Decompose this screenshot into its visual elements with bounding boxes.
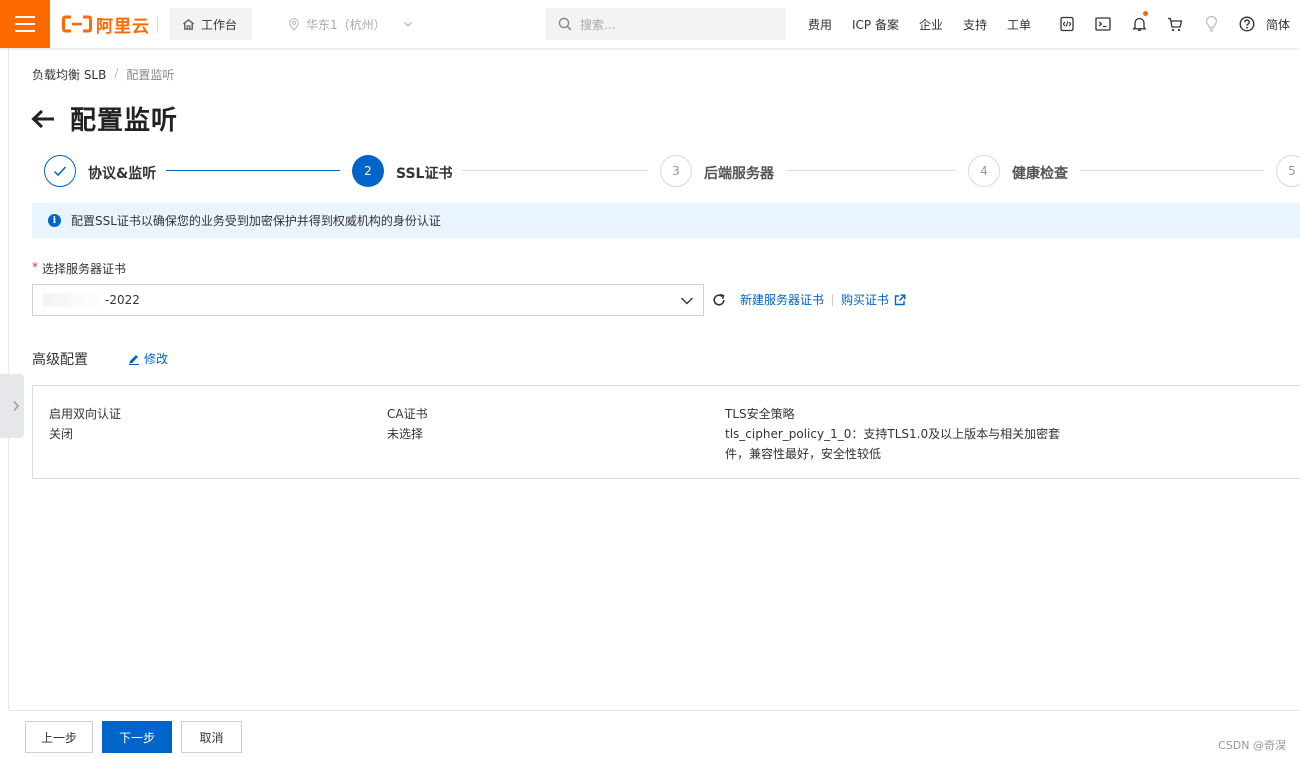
hamburger-menu-icon[interactable]	[0, 0, 50, 48]
tls-policy-value-line1: tls_cipher_policy_1_0：支持TLS1.0及以上版本与相关加密…	[725, 427, 1061, 441]
wizard-footer: 上一步 下一步 取消 CSDN @奇淏	[9, 710, 1300, 758]
advanced-config-panel: 启用双向认证 关闭 CA证书 未选择 TLS安全策略 tls_cipher_po…	[32, 385, 1300, 479]
chevron-down-icon	[403, 22, 412, 27]
help-icon[interactable]	[1229, 0, 1265, 48]
logo-divider	[157, 16, 158, 32]
info-banner: i 配置SSL证书以确保您的业务受到加密保护并得到权威机构的身份认证	[32, 203, 1300, 238]
prev-step-button[interactable]: 上一步	[25, 721, 93, 753]
step-3-circle: 3	[660, 155, 692, 187]
tls-policy-key: TLS安全策略	[725, 407, 795, 421]
tls-policy-item: TLS安全策略 tls_cipher_policy_1_0：支持TLS1.0及以…	[725, 404, 1060, 464]
step-1-circle	[44, 155, 76, 187]
top-link-icp[interactable]: ICP 备案	[852, 16, 899, 33]
advanced-edit-button[interactable]: 修改	[128, 350, 168, 367]
top-link-support[interactable]: 支持	[963, 16, 987, 33]
terminal-icon[interactable]	[1085, 0, 1121, 48]
cert-actions: 新建服务器证书 购买证书	[712, 291, 906, 308]
cart-icon[interactable]	[1157, 0, 1193, 48]
mutual-auth-value: 关闭	[49, 427, 74, 441]
page-title: 配置监听	[70, 106, 179, 136]
breadcrumb-separator: /	[114, 66, 119, 80]
global-search-input[interactable]: 搜索...	[546, 8, 786, 40]
redacted-cert-name	[43, 293, 105, 307]
info-icon: i	[48, 214, 61, 227]
breadcrumb: 负载均衡 SLB / 配置监听	[32, 66, 174, 83]
refresh-icon[interactable]	[712, 293, 726, 307]
link-divider	[832, 293, 834, 306]
code-icon[interactable]	[1049, 0, 1085, 48]
info-banner-text: 配置SSL证书以确保您的业务受到加密保护并得到权威机构的身份认证	[71, 214, 441, 228]
mutual-auth-item: 启用双向认证 关闭	[49, 404, 121, 444]
aliyun-logo-mark-icon	[62, 15, 92, 33]
top-navigation-bar: 阿里云 工作台 华东1（杭州） 搜索... 费用 ICP 备案 企业 支持 工单	[0, 0, 1300, 48]
breadcrumb-current: 配置监听	[126, 68, 175, 82]
tls-policy-value-line2: 件，兼容性最好，安全性较低	[725, 447, 882, 461]
lightbulb-icon[interactable]	[1193, 0, 1229, 48]
top-links: 费用 ICP 备案 企业 支持 工单	[808, 0, 1051, 48]
search-icon	[558, 17, 572, 31]
cert-field-label: * 选择服务器证书	[32, 260, 126, 277]
next-step-button[interactable]: 下一步	[102, 721, 172, 753]
page-header: 配置监听	[30, 100, 178, 137]
step-5-circle: 5	[1276, 155, 1300, 187]
new-server-cert-link[interactable]: 新建服务器证书	[740, 291, 824, 308]
chevron-down-icon	[681, 297, 693, 305]
home-icon	[182, 18, 195, 30]
server-cert-select[interactable]: -2022	[32, 284, 704, 316]
step-progress: 协议&监听 2 SSL证书 3 后端服务器 4 健康检查 5	[44, 155, 1300, 189]
step-2-label: SSL证书	[396, 166, 453, 182]
cert-label-text: 选择服务器证书	[42, 262, 127, 276]
top-icon-group	[1049, 0, 1265, 48]
logo-text: 阿里云	[96, 16, 150, 37]
ca-cert-key: CA证书	[387, 407, 428, 421]
region-selector[interactable]: 华东1（杭州）	[288, 8, 414, 40]
sidebar-expand-handle[interactable]	[0, 374, 24, 438]
bell-icon[interactable]	[1121, 0, 1157, 48]
cancel-button[interactable]: 取消	[181, 721, 242, 753]
region-label: 华东1（杭州）	[306, 17, 386, 32]
buy-cert-link[interactable]: 购买证书	[841, 291, 889, 308]
aliyun-logo[interactable]: 阿里云	[62, 13, 150, 37]
chevron-right-icon	[13, 401, 19, 411]
step-3-label: 后端服务器	[704, 166, 774, 182]
watermark: CSDN @奇淏	[1218, 739, 1286, 752]
step-1-connector	[166, 170, 340, 171]
top-link-billing[interactable]: 费用	[808, 16, 832, 33]
external-link-icon[interactable]	[894, 294, 906, 306]
language-switch[interactable]: 简体	[1266, 16, 1290, 33]
back-arrow-icon[interactable]	[30, 108, 56, 130]
workbench-label: 工作台	[201, 17, 238, 32]
advanced-edit-label: 修改	[144, 352, 169, 366]
top-link-ticket[interactable]: 工单	[1007, 16, 1031, 33]
cert-selected-value: -2022	[105, 293, 140, 307]
location-pin-icon	[289, 17, 299, 31]
edit-pencil-icon	[129, 354, 139, 365]
step-3-connector	[786, 170, 956, 171]
ca-cert-item: CA证书 未选择	[387, 404, 428, 444]
workbench-button[interactable]: 工作台	[170, 8, 252, 40]
step-4-circle: 4	[968, 155, 1000, 187]
top-link-enterprise[interactable]: 企业	[919, 16, 943, 33]
search-placeholder: 搜索...	[580, 17, 616, 32]
step-4-connector	[1080, 170, 1264, 171]
required-mark: *	[32, 260, 38, 274]
check-icon	[53, 166, 67, 177]
step-1-label: 协议&监听	[88, 166, 157, 182]
step-2-circle: 2	[352, 155, 384, 187]
notification-dot	[1143, 11, 1148, 16]
step-2-connector	[462, 170, 648, 171]
ca-cert-value: 未选择	[387, 427, 424, 441]
step-4-label: 健康检查	[1012, 166, 1068, 182]
advanced-config-title: 高级配置	[32, 352, 88, 368]
breadcrumb-parent[interactable]: 负载均衡 SLB	[32, 66, 106, 83]
mutual-auth-key: 启用双向认证	[49, 407, 122, 421]
